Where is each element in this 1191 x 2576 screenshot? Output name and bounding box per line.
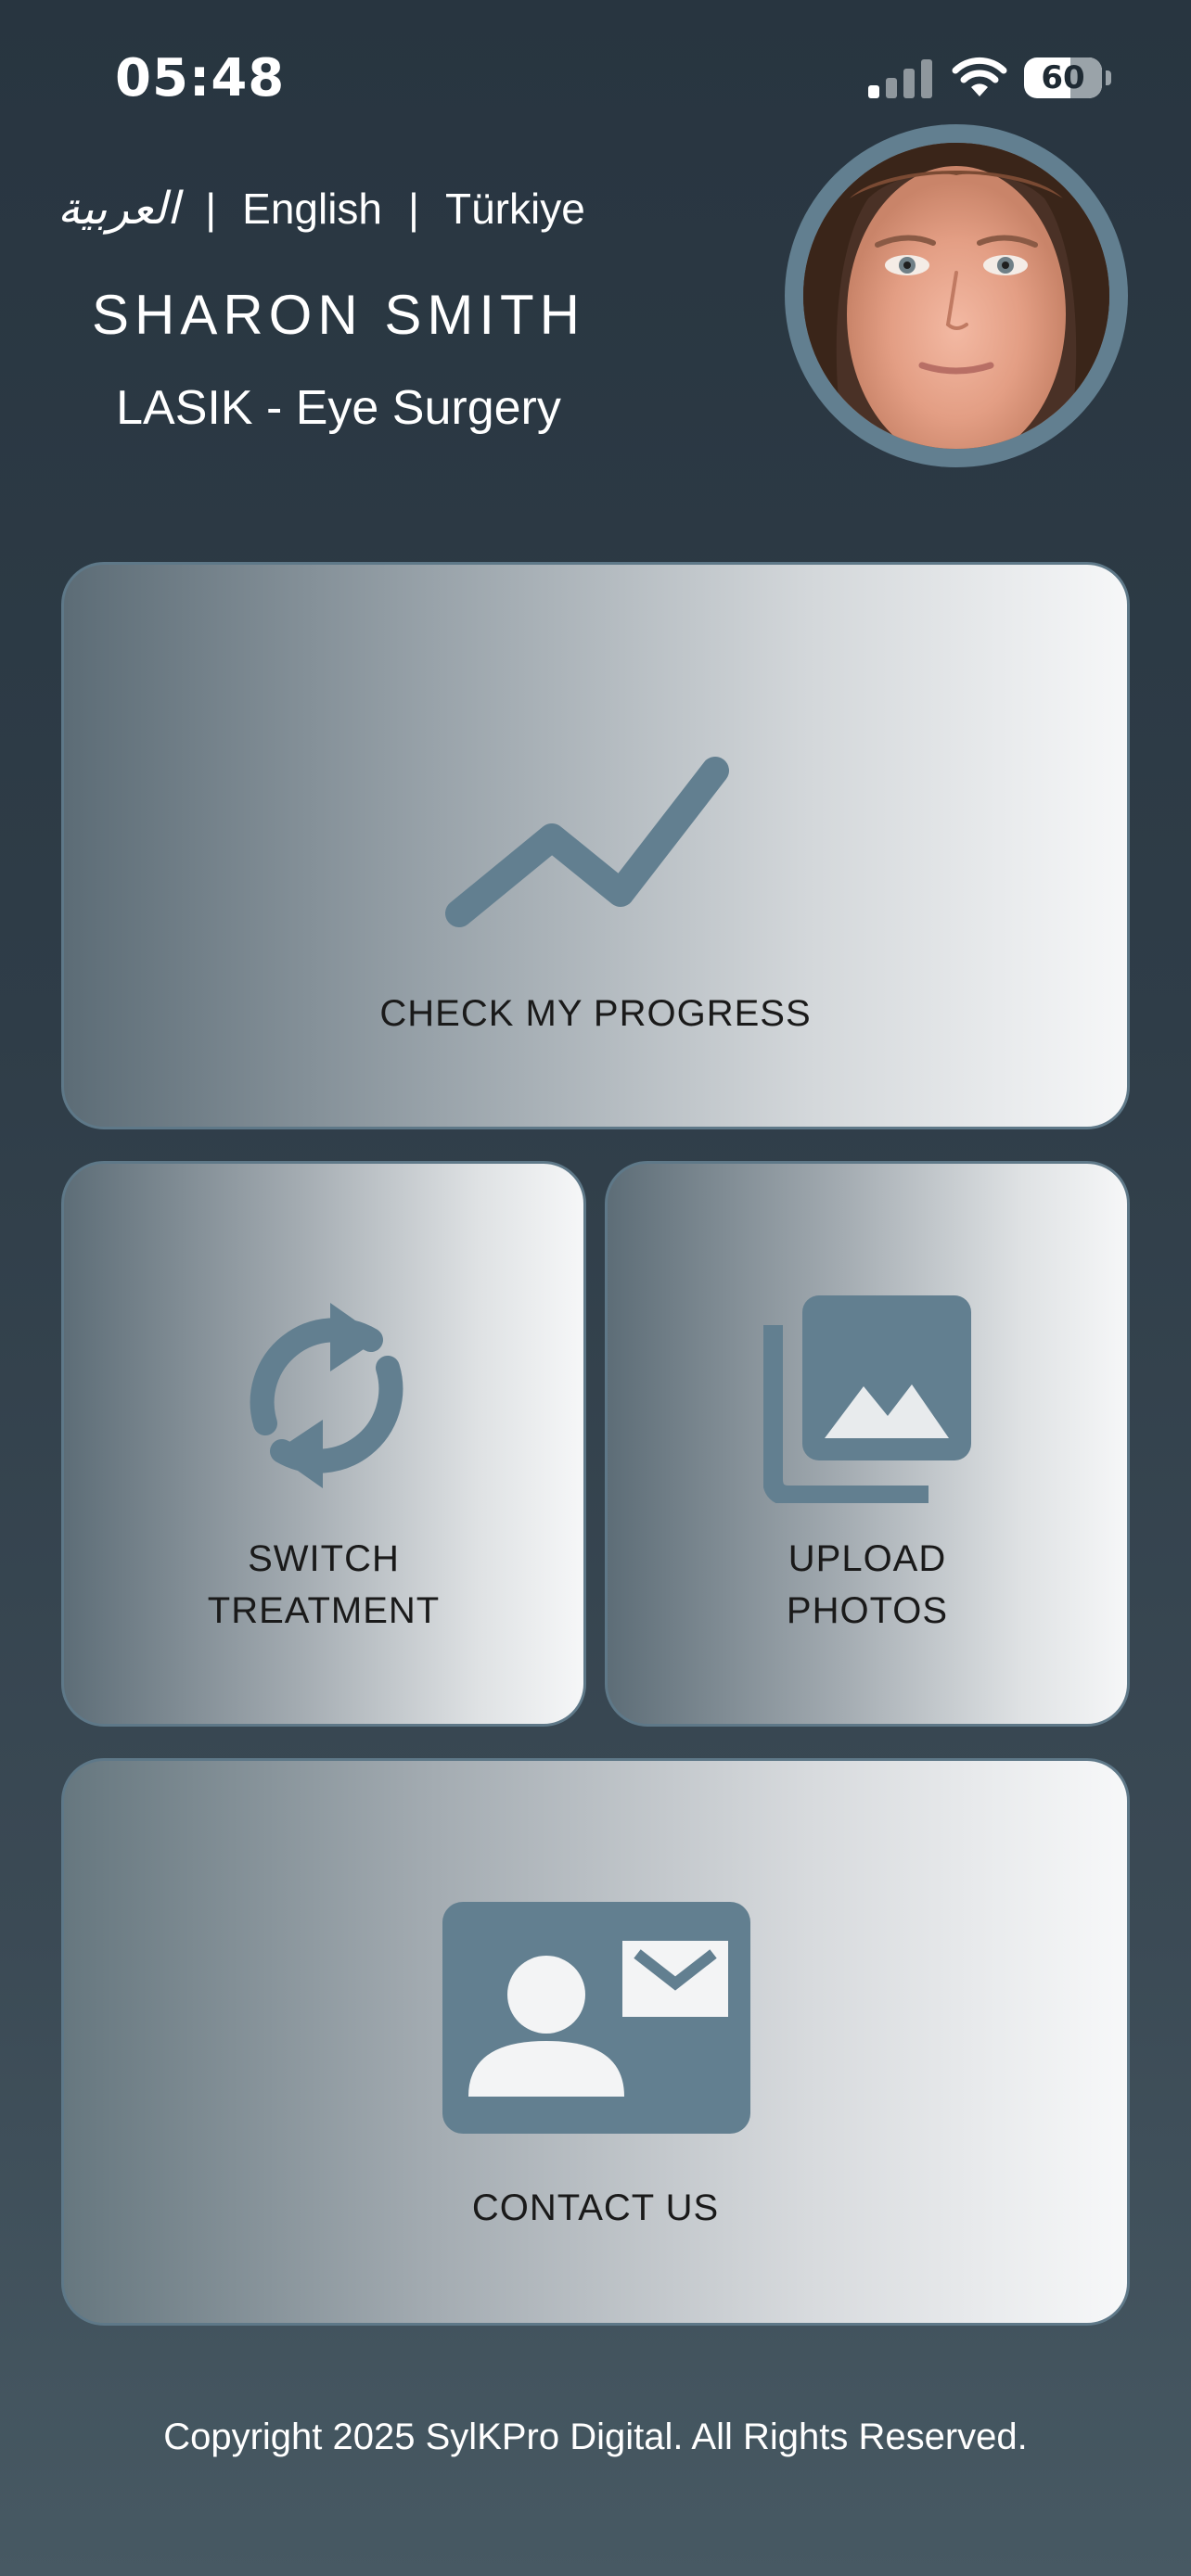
language-turkish-link[interactable]: Türkiye — [445, 184, 585, 234]
language-switcher: العربية | English | Türkiye — [58, 176, 585, 241]
language-arabic-link[interactable]: العربية — [58, 183, 179, 235]
language-separator: | — [205, 185, 217, 233]
sync-icon — [250, 1303, 403, 1488]
upload-photos-label-line2: PHOTOS — [786, 1590, 949, 1631]
contact-us-label: CONTACT US — [471, 2187, 720, 2228]
battery-level: 60 — [1041, 59, 1085, 96]
trending-up-icon — [445, 757, 729, 927]
copyright-footer: Copyright 2025 SylKPro Digital. All Righ… — [163, 2417, 1028, 2457]
switch-treatment-card[interactable]: SWITCH TREATMENT — [61, 1161, 586, 1727]
check-progress-card[interactable]: CHECK MY PROGRESS — [61, 562, 1130, 1129]
patient-photo — [803, 143, 1109, 449]
contact-mail-icon — [442, 1902, 750, 2134]
language-separator: | — [408, 185, 419, 233]
face-illustration — [803, 143, 1109, 449]
switch-treatment-label-line1: SWITCH — [248, 1538, 400, 1579]
check-progress-label: CHECK MY PROGRESS — [379, 993, 812, 1034]
photo-library-icon — [763, 1295, 971, 1503]
procedure-name: LASIK - Eye Surgery — [116, 381, 561, 435]
switch-treatment-label-line2: TREATMENT — [207, 1590, 441, 1631]
upload-photos-label-line1: UPLOAD — [788, 1538, 947, 1579]
cellular-signal-icon — [868, 59, 932, 98]
battery-icon: 60 — [1024, 57, 1113, 98]
wifi-icon — [952, 57, 1007, 96]
language-english-link[interactable]: English — [242, 184, 382, 234]
status-time: 05:48 — [115, 48, 286, 108]
contact-us-card[interactable]: CONTACT US — [61, 1758, 1130, 2326]
avatar[interactable] — [785, 124, 1128, 467]
patient-name: SHARON SMITH — [91, 284, 586, 346]
upload-photos-card[interactable]: UPLOAD PHOTOS — [605, 1161, 1130, 1727]
